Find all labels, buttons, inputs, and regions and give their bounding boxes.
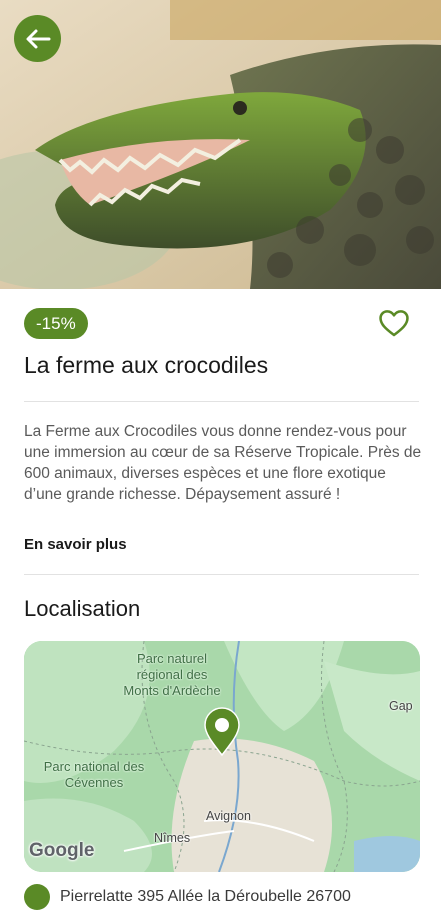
map-pin-icon[interactable] — [203, 707, 241, 757]
read-more-link[interactable]: En savoir plus — [24, 536, 127, 553]
map-city-avignon: Avignon — [206, 809, 251, 823]
map-label-ardeche: Parc naturel régional des Monts d'Ardèch… — [123, 651, 221, 698]
map-city-gap: Gap — [389, 699, 413, 713]
map-view[interactable]: Parc naturel régional des Monts d'Ardèch… — [24, 641, 420, 872]
back-button[interactable] — [14, 15, 61, 62]
discount-badge: -15% — [24, 308, 88, 339]
address-text: Pierrelatte 395 Allée la Déroubelle 2670… — [60, 888, 351, 905]
favorite-button[interactable] — [377, 306, 411, 340]
location-title: Localisation — [24, 596, 141, 621]
description-text: La Ferme aux Crocodiles vous donne rende… — [24, 423, 422, 503]
hero-image — [0, 0, 441, 289]
divider — [24, 574, 419, 575]
map-city-nimes: Nîmes — [154, 831, 191, 845]
page-title: La ferme aux crocodiles — [24, 352, 269, 378]
address-row[interactable]: Pierrelatte 395 Allée la Déroubelle 2670… — [24, 884, 351, 910]
heart-outline-icon — [379, 310, 409, 337]
divider — [24, 401, 419, 402]
location-icon — [24, 884, 50, 910]
map-attribution: Google — [29, 840, 95, 861]
arrow-left-icon — [26, 29, 50, 48]
map-label-cevennes: Parc national des Cévennes — [43, 759, 145, 790]
